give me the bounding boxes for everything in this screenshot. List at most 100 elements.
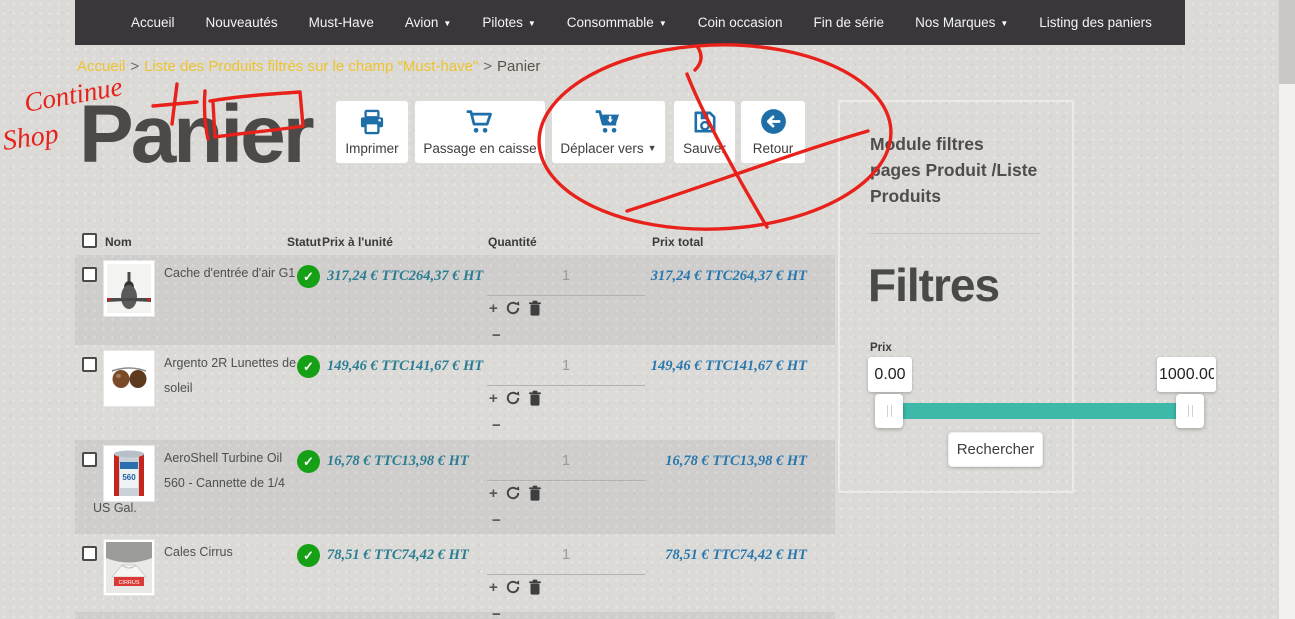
breadcrumb-home-link[interactable]: Accueil: [77, 58, 125, 75]
printer-icon: [358, 109, 386, 138]
price-min-input[interactable]: [868, 357, 912, 392]
trash-icon[interactable]: [528, 300, 542, 316]
back-button[interactable]: Retour: [740, 100, 806, 164]
nav-item-consommable[interactable]: Consommable ▼: [567, 15, 667, 30]
header-prix-unite: Prix à l'unité: [322, 235, 393, 249]
quantity-increase-button[interactable]: +: [489, 301, 498, 316]
move-to-button-label: Déplacer vers: [560, 140, 644, 156]
table-row: CIRRUS Cales Cirrus 78,51 € TTC74,42 € H…: [75, 534, 835, 619]
refresh-icon[interactable]: [505, 485, 521, 501]
trash-icon[interactable]: [528, 579, 542, 595]
quantity-decrease-button[interactable]: −: [492, 328, 501, 343]
cart-table-header: Nom Statut Prix à l'unité Quantité Prix …: [75, 231, 835, 255]
header-statut: Statut: [287, 235, 321, 249]
quantity-decrease-button[interactable]: −: [492, 513, 501, 528]
product-name-cell: Argento 2R Lunettes de soleil: [93, 351, 302, 406]
product-name[interactable]: Cales Cirrus: [164, 545, 233, 559]
product-thumbnail[interactable]: [104, 351, 154, 406]
quantity-increase-button[interactable]: +: [489, 580, 498, 595]
trash-icon[interactable]: [528, 390, 542, 406]
nav-item-nos-marques[interactable]: Nos Marques ▼: [915, 15, 1008, 30]
product-thumbnail[interactable]: 560: [104, 446, 154, 501]
quantity-divider: [487, 574, 645, 575]
nav-item-pilotes[interactable]: Pilotes ▼: [482, 15, 535, 30]
quantity-value[interactable]: 1: [487, 452, 645, 469]
quantity-increase-button[interactable]: +: [489, 391, 498, 406]
check-circle-icon: [297, 450, 320, 473]
nav-item-accueil[interactable]: Accueil: [131, 15, 175, 30]
nav-item-coin-occasion[interactable]: Coin occasion: [698, 15, 783, 30]
check-circle-icon: [297, 544, 320, 567]
total-price: 149,46 € TTC141,67 € HT: [650, 358, 807, 374]
nav-item-nouveautes[interactable]: Nouveautés: [206, 15, 278, 30]
price-max-input[interactable]: [1157, 357, 1216, 392]
product-name[interactable]: Argento 2R Lunettes de soleil: [164, 356, 296, 395]
scrollbar-track[interactable]: [1278, 0, 1295, 619]
product-name-cell: 560 AeroShell Turbine Oil 560 - Cannette…: [93, 446, 302, 521]
table-row: 560 AeroShell Turbine Oil 560 - Cannette…: [75, 440, 835, 534]
unit-price: 149,46 € TTC141,67 € HT: [327, 358, 484, 374]
cart-icon: [465, 109, 495, 138]
annotation-stroke: [693, 44, 703, 72]
header-prix-total: Prix total: [652, 235, 704, 249]
trash-icon[interactable]: [528, 485, 542, 501]
nav-item-avion[interactable]: Avion ▼: [405, 15, 451, 30]
save-button[interactable]: Sauver: [673, 100, 736, 164]
price-range-slider-track[interactable]: [889, 403, 1204, 419]
breadcrumb-filter-link[interactable]: Liste des Produits filtrés sur le champ …: [144, 58, 478, 75]
breadcrumb-separator: >: [483, 58, 493, 75]
nav-item-fin-de-serie[interactable]: Fin de série: [814, 15, 885, 30]
product-name-cell: Cache d'entrée d'air G1: [93, 261, 302, 316]
print-button-label: Imprimer: [345, 140, 399, 156]
print-button[interactable]: Imprimer: [335, 100, 409, 164]
select-all-checkbox[interactable]: [82, 233, 97, 248]
svg-text:560: 560: [122, 473, 136, 482]
svg-text:CIRRUS: CIRRUS: [118, 580, 139, 586]
refresh-icon[interactable]: [505, 390, 521, 406]
product-thumbnail[interactable]: CIRRUS: [104, 540, 154, 595]
back-button-label: Retour: [752, 141, 794, 156]
quantity-divider: [487, 295, 645, 296]
chevron-down-icon: ▼: [647, 143, 657, 153]
breadcrumb-separator: >: [130, 58, 140, 75]
header-quantite: Quantité: [488, 235, 537, 249]
chevron-down-icon: ▼: [658, 18, 667, 28]
quantity-decrease-button[interactable]: −: [492, 418, 501, 433]
product-thumbnail[interactable]: [104, 261, 154, 316]
move-to-button[interactable]: Déplacer vers ▼: [551, 100, 666, 164]
quantity-value[interactable]: 1: [487, 357, 645, 374]
scrollbar-thumb[interactable]: [1279, 0, 1295, 84]
checkout-button[interactable]: Passage en caisse: [414, 100, 546, 164]
search-filter-button[interactable]: Rechercher: [948, 432, 1043, 467]
total-price: 16,78 € TTC13,98 € HT: [665, 453, 807, 469]
quantity-value[interactable]: 1: [487, 546, 645, 563]
check-circle-icon: [297, 265, 320, 288]
total-price: 78,51 € TTC74,42 € HT: [665, 547, 807, 563]
quantity-value[interactable]: 1: [487, 267, 645, 284]
table-row: Cache d'entrée d'air G1 317,24 € TTC264,…: [75, 255, 835, 345]
unit-price: 317,24 € TTC264,37 € HT: [327, 268, 484, 284]
annotation-note-line2: Shop: [1, 118, 61, 156]
unit-price: 78,51 € TTC74,42 € HT: [327, 547, 469, 563]
save-button-label: Sauver: [683, 140, 726, 156]
price-slider-handle-max[interactable]: [1176, 394, 1204, 428]
cart-move-icon: [594, 109, 624, 138]
breadcrumb-current: Panier: [497, 58, 541, 75]
nav-item-listing-paniers[interactable]: Listing des paniers: [1039, 15, 1152, 30]
refresh-icon[interactable]: [505, 300, 521, 316]
filters-divider: [870, 233, 1040, 234]
table-row: Argento 2R Lunettes de soleil 149,46 € T…: [75, 345, 835, 440]
quantity-increase-button[interactable]: +: [489, 486, 498, 501]
quantity-divider: [487, 480, 645, 481]
price-slider-handle-min[interactable]: [875, 394, 903, 428]
chevron-down-icon: ▼: [443, 18, 452, 28]
filters-heading: Filtres: [868, 259, 1000, 311]
refresh-icon[interactable]: [505, 579, 521, 595]
product-name[interactable]: Cache d'entrée d'air G1: [164, 266, 295, 280]
breadcrumb: Accueil > Liste des Produits filtrés sur l…: [77, 58, 540, 75]
nav-item-must-have[interactable]: Must-Have: [309, 15, 374, 30]
filters-module-title: Module filtres pages Produit /Liste Prod…: [870, 134, 1038, 206]
chevron-down-icon: ▼: [527, 18, 536, 28]
cart-page: Accueil Nouveautés Must-Have Avion ▼ Pilo…: [0, 0, 1295, 619]
chevron-down-icon: ▼: [1000, 18, 1009, 28]
